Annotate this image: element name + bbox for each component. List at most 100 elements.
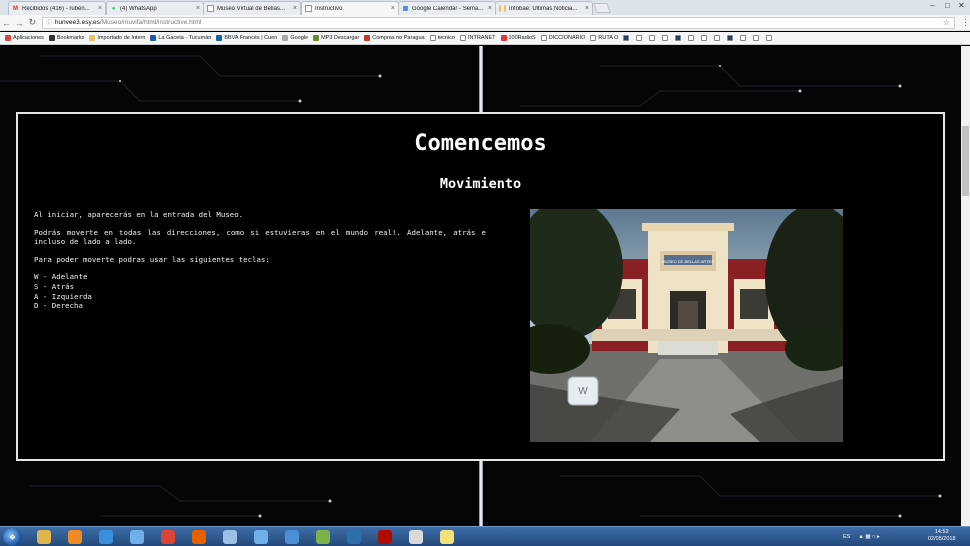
address-bar[interactable]: ⓘ hunvee3.esy.es/Museo/muvifa/html/instr… [41,16,956,29]
mp3-icon [313,35,320,41]
bookmark-star-icon[interactable]: ☆ [943,18,950,27]
tab-3[interactable]: Museo Virtual de Bellas... × [203,1,301,15]
start-button[interactable]: ❖ [3,528,22,546]
tab-label: Infobae: Últimas Noticia... [509,5,578,12]
doc-icon [460,35,466,41]
bookmark-favicon-item[interactable] [740,35,748,41]
bookmark-item[interactable]: Compras no Paragua [364,35,425,41]
scrollbar-thumb[interactable] [962,126,969,196]
radio-icon [500,35,507,41]
museum-preview-image: MUSEO DE BELLAS ARTES W [530,209,843,442]
tab-2[interactable]: ● (4) WhatsApp × [106,1,204,15]
close-tab-icon[interactable]: × [196,5,200,12]
bookmark-favicon-item[interactable] [766,35,774,41]
bookmark-item[interactable]: tecnico [429,35,455,41]
bookmark-favicon-item[interactable] [688,35,696,41]
bookmarks-bar: Aplicaciones Bookmarks Importado de Intern… [0,32,970,45]
close-tab-icon[interactable]: × [98,5,102,12]
gmail-icon: M [13,5,18,12]
info-icon[interactable]: ⓘ [46,18,52,27]
tab-6[interactable]: ❙❙ Infobae: Últimas Noticia... × [495,1,593,15]
tab-5[interactable]: ▦ Google Calendar - Sema... × [398,1,496,15]
bookmark-item[interactable]: INTRANET [460,35,496,41]
forward-icon[interactable]: → [13,18,26,28]
bookmark-favicon-item[interactable] [714,35,722,41]
tab-label: (4) WhatsApp [120,5,157,12]
bookmark-item[interactable]: RUTA O [590,35,618,41]
bookmark-item[interactable]: MP3 Descargar [313,35,359,41]
new-tab-button[interactable] [593,3,611,13]
tab-1[interactable]: M Recibidos (416) - ruben... × [8,1,106,15]
maximize-icon[interactable]: □ [945,1,950,10]
key-a-item: A - Izquierda [34,291,92,301]
app-glyph [37,530,51,544]
page-scrollbar[interactable] [961,46,970,526]
bookmark-favicon-item[interactable] [636,35,644,41]
whatsapp-icon: ● [111,5,116,12]
app-glyph [161,530,175,544]
bookmark-favicon-item[interactable] [675,35,683,41]
bookmark-favicon-item[interactable] [753,35,761,41]
bookmark-item[interactable]: BBVA Francés | Cuen [216,35,277,41]
app-icon[interactable] [126,528,148,546]
minimize-icon[interactable]: – [930,1,934,10]
sticky-notes-icon[interactable] [436,528,458,546]
close-tab-icon[interactable]: × [293,5,297,12]
app-glyph [223,530,237,544]
bookmark-favicon-item[interactable] [727,35,735,41]
chrome-icon[interactable] [157,528,179,546]
internet-explorer-icon[interactable] [95,528,117,546]
tab-4[interactable]: Instructivo × [301,1,399,15]
media-player-icon[interactable] [64,528,86,546]
bookmark-item[interactable]: La Gaceta - Tucumán [150,35,211,41]
browser-window: M Recibidos (416) - ruben... × ● (4) WhatsAp… [0,0,970,546]
window-close-icon[interactable]: ✕ [958,1,965,10]
folder-icon [89,35,96,41]
app-glyph [316,530,330,544]
photoshop-icon[interactable] [343,528,365,546]
acrobat-icon[interactable] [374,528,396,546]
bookmark-icon [662,35,669,41]
close-tab-icon[interactable]: × [488,5,492,12]
apps-icon [5,35,11,41]
bookmark-favicon-item[interactable] [623,35,631,41]
bookmark-item[interactable]: Aplicaciones [5,35,44,41]
close-tab-icon[interactable]: × [585,5,589,12]
clock-date: 02/05/2018 [928,536,956,542]
bookmark-label: DICCIONARIO [548,35,586,41]
app-icon[interactable] [219,528,241,546]
grid-app-icon[interactable] [312,528,334,546]
instructions-text: Al iniciar, aparecerás en la entrada del… [34,210,486,311]
bookmark-item[interactable]: 100RadioS [500,35,536,41]
clock[interactable]: 14:52 02/05/2018 [928,529,956,543]
tray-icons[interactable]: ▲ ▩ ○ ▸ [858,534,879,540]
explorer-icon[interactable] [33,528,55,546]
key-d-item: D - Derecha [34,301,83,311]
app-icon[interactable] [250,528,272,546]
back-icon[interactable]: ← [0,18,13,28]
infobae-icon: ❙❙ [497,6,508,12]
language-indicator[interactable]: ES [843,534,850,540]
bookmark-favicon-item[interactable] [662,35,670,41]
reload-icon[interactable]: ↻ [26,17,39,28]
menu-icon[interactable]: ⋮ [961,17,970,28]
bookmark-icon [701,35,708,41]
key-w-item: W - Adelante [34,272,88,282]
bookmark-item[interactable]: Google [282,35,308,41]
firefox-icon[interactable] [188,528,210,546]
bookmark-item[interactable]: DICCIONARIO [540,35,586,41]
bookmark-item[interactable]: Importado de Intern [89,35,145,41]
close-tab-icon[interactable]: × [391,5,395,12]
bookmark-favicon-item[interactable] [701,35,709,41]
bookmark-favicon-item[interactable] [649,35,657,41]
app-glyph [254,530,268,544]
clock-time: 14:52 [934,529,949,535]
bookmark-item[interactable]: Bookmarks [48,35,84,41]
app-icon[interactable] [281,528,303,546]
windows-taskbar: ❖ ES ▲ ▩ ○ ▸ 14:52 02/05/2018 [0,526,970,546]
url-host: hunvee3.esy.es [54,19,100,26]
bookmark-icon [649,35,656,41]
app-glyph [192,530,206,544]
bookmark-icon [727,35,734,41]
pdf-icon[interactable] [405,528,427,546]
